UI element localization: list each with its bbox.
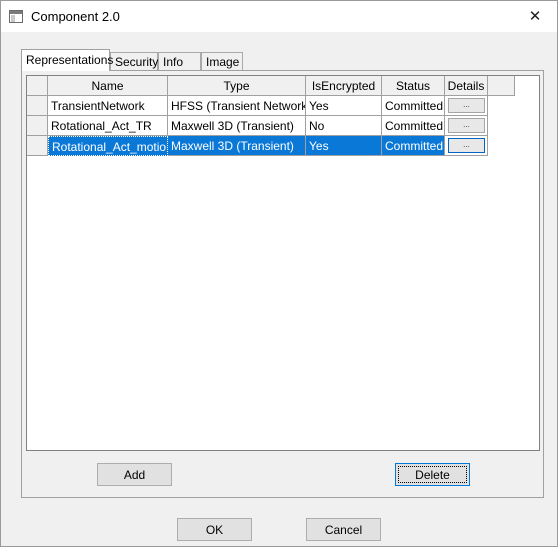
corner-header — [27, 76, 48, 96]
cell-isencrypted[interactable]: Yes — [306, 136, 382, 156]
header-filler — [488, 76, 515, 96]
cell-name[interactable]: Rotational_Act_motion — [48, 136, 168, 156]
row-header[interactable] — [27, 96, 48, 116]
cell-name[interactable]: Rotational_Act_TR — [48, 116, 168, 136]
cell-details: ... — [445, 96, 488, 116]
cell-isencrypted[interactable]: Yes — [306, 96, 382, 116]
cell-type[interactable]: Maxwell 3D (Transient) — [168, 116, 306, 136]
cancel-button[interactable]: Cancel — [306, 518, 381, 541]
column-header-details[interactable]: Details — [445, 76, 488, 96]
cell-name[interactable]: TransientNetwork — [48, 96, 168, 116]
cell-details: ... — [445, 136, 488, 156]
representations-panel: Name Type IsEncrypted Status Details Tra… — [21, 70, 544, 498]
cell-status[interactable]: Committed — [382, 136, 445, 156]
cell-details: ... — [445, 116, 488, 136]
tab-representations[interactable]: Representations — [21, 49, 113, 71]
tab-security[interactable]: Security — [110, 52, 158, 71]
close-icon[interactable]: ✕ — [513, 1, 557, 31]
tab-info[interactable]: Info — [158, 52, 201, 71]
tab-image[interactable]: Image — [201, 52, 243, 71]
column-header-name[interactable]: Name — [48, 76, 168, 96]
details-button[interactable]: ... — [448, 138, 485, 153]
delete-button[interactable]: Delete — [395, 463, 470, 486]
details-button[interactable]: ... — [448, 98, 485, 113]
representations-table: Name Type IsEncrypted Status Details Tra… — [26, 75, 540, 451]
cell-type[interactable]: HFSS (Transient Network) — [168, 96, 306, 116]
ok-button[interactable]: OK — [177, 518, 252, 541]
column-header-isencrypted[interactable]: IsEncrypted — [306, 76, 382, 96]
add-button[interactable]: Add — [97, 463, 172, 486]
details-button[interactable]: ... — [448, 118, 485, 133]
column-header-status[interactable]: Status — [382, 76, 445, 96]
cell-status[interactable]: Committed — [382, 96, 445, 116]
component-dialog: Component 2.0 ✕ Representations Security… — [0, 0, 558, 547]
row-header[interactable] — [27, 116, 48, 136]
row-header[interactable] — [27, 136, 48, 156]
window-icon — [9, 10, 23, 23]
title-bar: Component 2.0 ✕ — [1, 1, 557, 32]
cell-status[interactable]: Committed — [382, 116, 445, 136]
column-header-type[interactable]: Type — [168, 76, 306, 96]
cell-isencrypted[interactable]: No — [306, 116, 382, 136]
cell-type[interactable]: Maxwell 3D (Transient) — [168, 136, 306, 156]
window-title: Component 2.0 — [31, 9, 120, 24]
focus-ring — [398, 466, 467, 483]
